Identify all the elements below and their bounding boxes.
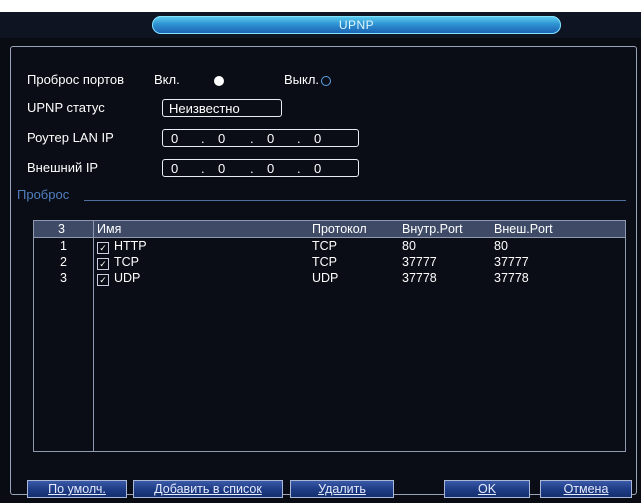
lan-ip-octet-3[interactable]: 0 <box>267 130 274 148</box>
row-protocol: TCP <box>312 239 337 253</box>
row-count: 3 <box>58 222 65 236</box>
row-protocol: TCP <box>312 255 337 269</box>
port-mapping-table: 3 Имя Протокол Внутр.Port Внеш.Port 1 ✓ … <box>33 220 626 452</box>
wan-ip-octet-3: 0 <box>267 161 275 176</box>
title-bar: UPNP <box>0 12 641 38</box>
lan-ip-octet-2[interactable]: 0 <box>218 130 225 148</box>
row-index: 2 <box>60 255 67 269</box>
wan-ip-octet-2: 0 <box>218 161 226 176</box>
row-external-port: 37777 <box>494 255 529 269</box>
section-divider <box>84 200 626 201</box>
row-index: 3 <box>60 271 67 285</box>
port-forward-label: Проброс портов <box>27 72 124 87</box>
row-name[interactable]: UDP <box>114 271 140 285</box>
status-label: UPNP статус <box>27 100 105 115</box>
ok-button[interactable]: OK <box>444 480 530 498</box>
row-checkbox[interactable]: ✓ <box>97 274 109 286</box>
lan-ip-field[interactable]: 0 . 0 . 0 . 0 <box>162 129 359 147</box>
cancel-button[interactable]: Отмена <box>540 480 632 498</box>
wan-ip-octet-4: 0 <box>314 161 322 176</box>
row-internal-port: 37778 <box>402 271 437 285</box>
off-label: Выкл. <box>284 72 320 87</box>
row-checkbox[interactable]: ✓ <box>97 242 109 254</box>
row-internal-port: 80 <box>402 239 416 253</box>
radio-on[interactable] <box>214 76 224 86</box>
index-column-divider <box>93 221 94 451</box>
wan-ip-label: Внешний IP <box>27 160 99 175</box>
col-internal-port-header[interactable]: Внутр.Port <box>402 222 463 236</box>
row-internal-port: 37777 <box>402 255 437 269</box>
row-checkbox[interactable]: ✓ <box>97 258 109 270</box>
wan-ip-octet-1: 0 <box>171 161 179 176</box>
upnp-window: UPNP Проброс портов Вкл. Выкл. UPNP стат… <box>0 12 641 503</box>
lan-ip-label: Роутер LAN IP <box>27 130 114 145</box>
window-title: UPNP <box>152 16 561 34</box>
on-label: Вкл. <box>154 72 180 87</box>
default-button[interactable]: По умолч. <box>27 480 127 498</box>
table-header: 3 Имя Протокол Внутр.Port Внеш.Port <box>34 221 625 238</box>
wan-ip-field: 0 . 0 . 0 . 0 <box>162 159 359 177</box>
row-name[interactable]: HTTP <box>114 239 147 253</box>
row-external-port: 80 <box>494 239 508 253</box>
row-index: 1 <box>60 239 67 253</box>
row-protocol: UDP <box>312 271 339 285</box>
col-external-port-header[interactable]: Внеш.Port <box>494 222 553 236</box>
status-field: Неизвестно <box>162 99 282 117</box>
radio-off[interactable] <box>321 76 331 86</box>
section-label: Проброс <box>17 187 70 202</box>
lan-ip-octet-4[interactable]: 0 <box>314 130 321 148</box>
add-to-list-button[interactable]: Добавить в список <box>133 480 283 498</box>
col-name-header[interactable]: Имя <box>97 222 121 236</box>
lan-ip-octet-1[interactable]: 0 <box>171 130 178 148</box>
delete-button[interactable]: Удалить <box>290 480 394 498</box>
col-protocol-header[interactable]: Протокол <box>312 222 367 236</box>
row-name[interactable]: TCP <box>114 255 139 269</box>
row-external-port: 37778 <box>494 271 529 285</box>
